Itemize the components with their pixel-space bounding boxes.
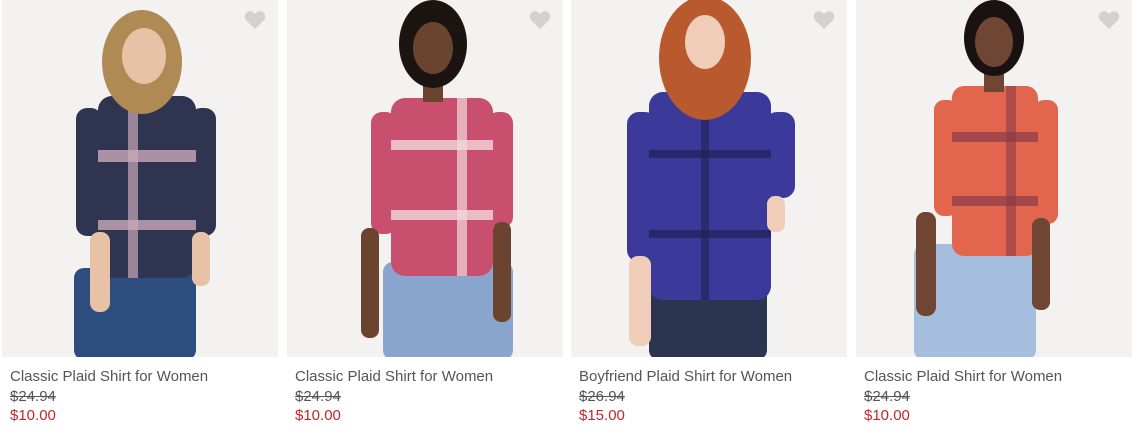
heart-icon[interactable]: [529, 10, 551, 30]
shirt-stripe-a: [649, 150, 771, 158]
product-card[interactable]: Classic Plaid Shirt for Women $24.94 $10…: [2, 0, 278, 442]
product-image[interactable]: [2, 0, 278, 357]
shirt-stripe-c: [457, 98, 467, 276]
face: [122, 28, 166, 84]
left-hand: [629, 256, 651, 346]
right-hand: [493, 222, 511, 322]
shirt-stripe-b: [98, 220, 196, 230]
heart-icon[interactable]: [1098, 10, 1120, 30]
shirt: [952, 86, 1038, 256]
model-illustration: [74, 10, 216, 357]
product-name[interactable]: Classic Plaid Shirt for Women: [864, 368, 1062, 385]
right-hand: [767, 196, 785, 232]
original-price: $24.94: [864, 388, 910, 405]
sale-price: $10.00: [864, 407, 910, 424]
heart-icon[interactable]: [244, 10, 266, 30]
heart-shape: [813, 11, 835, 29]
original-price: $24.94: [295, 388, 341, 405]
face: [685, 15, 725, 69]
shirt: [391, 98, 493, 276]
shirt-stripe-a: [98, 150, 196, 162]
right-hand: [1032, 218, 1050, 310]
shirt: [98, 96, 196, 278]
shirt-stripe-b: [649, 230, 771, 238]
sale-price: $15.00: [579, 407, 625, 424]
sale-price: $10.00: [295, 407, 341, 424]
product-name[interactable]: Boyfriend Plaid Shirt for Women: [579, 368, 792, 385]
left-hand: [916, 212, 936, 316]
product-name[interactable]: Classic Plaid Shirt for Women: [10, 368, 208, 385]
shirt-stripe-c: [701, 92, 709, 300]
shirt-stripe-b: [391, 210, 493, 220]
product-card[interactable]: Boyfriend Plaid Shirt for Women $26.94 $…: [571, 0, 847, 442]
model-illustration: [627, 0, 795, 357]
sale-price: $10.00: [10, 407, 56, 424]
product-image[interactable]: [856, 0, 1132, 357]
shirt-stripe-a: [952, 132, 1038, 142]
shirt-stripe-c: [1006, 86, 1016, 256]
face: [413, 22, 453, 74]
shirt: [649, 92, 771, 300]
face: [975, 17, 1013, 67]
original-price: $24.94: [10, 388, 56, 405]
product-image[interactable]: [571, 0, 847, 357]
product-image[interactable]: [287, 0, 563, 357]
right-hand: [192, 232, 210, 286]
shirt-stripe-b: [952, 196, 1038, 206]
product-name[interactable]: Classic Plaid Shirt for Women: [295, 368, 493, 385]
shirt-stripe-c: [128, 96, 138, 278]
heart-shape: [244, 11, 266, 29]
product-card[interactable]: Classic Plaid Shirt for Women $24.94 $10…: [287, 0, 563, 442]
original-price: $26.94: [579, 388, 625, 405]
shirt-stripe-a: [391, 140, 493, 150]
product-card[interactable]: Classic Plaid Shirt for Women $24.94 $10…: [856, 0, 1132, 442]
heart-shape: [1098, 11, 1120, 29]
product-grid: Classic Plaid Shirt for Women $24.94 $10…: [0, 0, 1140, 442]
heart-icon[interactable]: [813, 10, 835, 30]
left-hand: [90, 232, 110, 312]
heart-shape: [529, 11, 551, 29]
model-illustration: [914, 0, 1058, 357]
model-illustration: [361, 0, 513, 357]
left-hand: [361, 228, 379, 338]
